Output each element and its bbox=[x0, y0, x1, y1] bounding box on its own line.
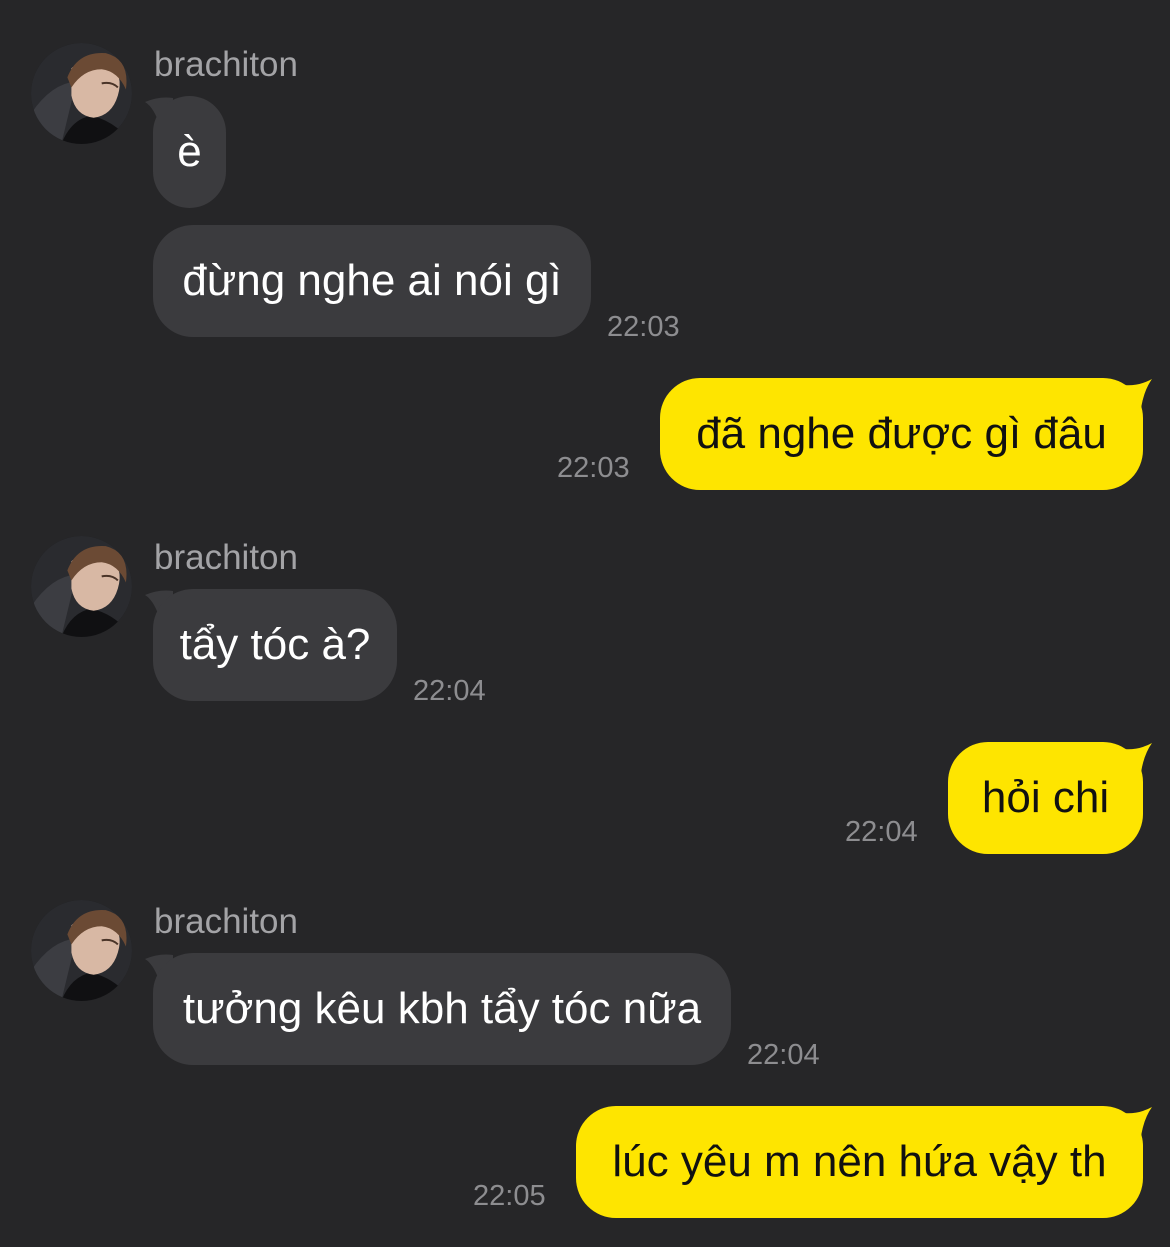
message-bubble[interactable]: lúc yêu m nên hứa vậy th bbox=[576, 1106, 1143, 1218]
message-timestamp: 22:03 bbox=[607, 311, 680, 343]
sender-name: brachiton bbox=[154, 45, 298, 84]
profile-photo-icon bbox=[31, 536, 132, 637]
message-text: tẩy tóc à? bbox=[179, 620, 371, 669]
message-bubble[interactable]: đã nghe được gì đâu bbox=[660, 378, 1143, 490]
message-timestamp: 22:05 bbox=[473, 1180, 546, 1212]
message-text: hỏi chi bbox=[981, 773, 1110, 822]
message-bubble[interactable]: è bbox=[153, 96, 226, 208]
message-bubble[interactable]: tẩy tóc à? bbox=[153, 589, 397, 701]
message-text: tưởng kêu kbh tẩy tóc nữa bbox=[182, 984, 702, 1033]
message-text: đã nghe được gì đâu bbox=[696, 409, 1107, 458]
message-timestamp: 22:04 bbox=[413, 675, 486, 707]
message-timestamp: 22:04 bbox=[845, 816, 918, 848]
sender-name: brachiton bbox=[154, 902, 298, 941]
sender-name: brachiton bbox=[154, 538, 298, 577]
avatar[interactable] bbox=[31, 900, 132, 1001]
message-bubble[interactable]: hỏi chi bbox=[948, 742, 1143, 854]
profile-photo-icon bbox=[31, 900, 132, 1001]
profile-photo-icon bbox=[31, 43, 132, 144]
message-bubble[interactable]: đừng nghe ai nói gì bbox=[153, 225, 591, 337]
avatar[interactable] bbox=[31, 43, 132, 144]
message-timestamp: 22:04 bbox=[747, 1039, 820, 1071]
avatar[interactable] bbox=[31, 536, 132, 637]
message-timestamp: 22:03 bbox=[557, 452, 630, 484]
message-text: lúc yêu m nên hứa vậy th bbox=[612, 1137, 1107, 1186]
message-text: è bbox=[177, 127, 202, 176]
message-bubble[interactable]: tưởng kêu kbh tẩy tóc nữa bbox=[153, 953, 731, 1065]
message-text: đừng nghe ai nói gì bbox=[182, 256, 562, 305]
